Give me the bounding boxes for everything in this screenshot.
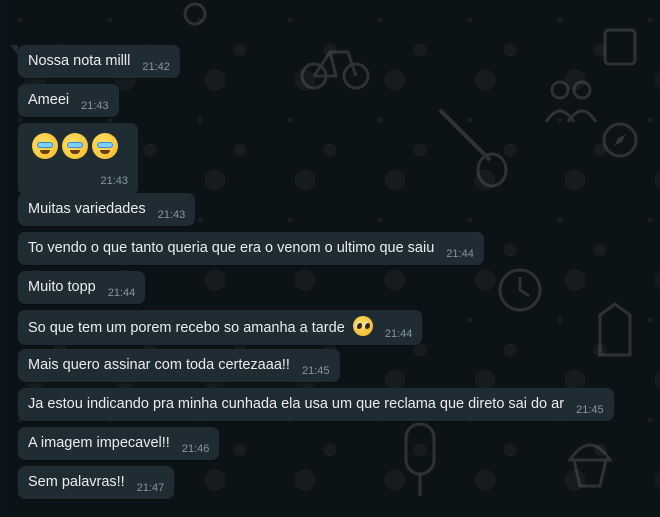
message-text: So que tem um porem recebo so amanha a t… xyxy=(28,320,345,336)
message-time: 21:44 xyxy=(107,287,136,299)
message-bubble[interactable]: So que tem um porem recebo so amanha a t… xyxy=(18,310,423,345)
message-bubble[interactable]: 21:43 xyxy=(18,123,138,195)
message-bubble[interactable]: Nossa nota milll 21:42 xyxy=(10,45,180,78)
star-struck-emoji-icon xyxy=(32,133,58,159)
left-edge xyxy=(0,0,6,517)
message-time: 21:47 xyxy=(136,482,165,494)
message-bubble[interactable]: Sem palavras!! 21:47 xyxy=(18,466,175,499)
message-list[interactable]: Nossa nota milll 21:42 Ameei 21:43 21:43… xyxy=(10,0,660,517)
message-time: 21:43 xyxy=(100,175,128,187)
message-time: 21:45 xyxy=(576,404,604,416)
message-bubble[interactable]: To vendo o que tanto queria que era o ve… xyxy=(18,232,484,265)
emoji-row xyxy=(18,129,138,159)
message-bubble[interactable]: Mais quero assinar com toda certezaaa!! … xyxy=(18,349,340,382)
message-bubble[interactable]: Muitas variedades 21:43 xyxy=(18,193,196,226)
message-bubble[interactable]: A imagem impecavel!! 21:46 xyxy=(18,427,220,460)
message-time: 21:44 xyxy=(384,328,413,340)
message-text: Ameei xyxy=(28,92,70,108)
message-time: 21:46 xyxy=(181,443,210,455)
message-text: Ja estou indicando pra minha cunhada ela… xyxy=(28,396,565,412)
message-text: Sem palavras!! xyxy=(28,474,125,490)
star-struck-emoji-icon xyxy=(62,133,88,159)
message-text: A imagem impecavel!! xyxy=(28,435,170,451)
message-text: Muitas variedades xyxy=(28,201,146,217)
message-bubble[interactable]: Ja estou indicando pra minha cunhada ela… xyxy=(18,388,614,421)
message-text: To vendo o que tanto queria que era o ve… xyxy=(28,240,435,256)
message-bubble[interactable]: Muito topp 21:44 xyxy=(18,271,146,304)
message-text: Muito topp xyxy=(28,279,96,295)
star-struck-emoji-icon xyxy=(92,133,118,159)
message-bubble[interactable]: Ameei 21:43 xyxy=(18,84,119,117)
message-text: Nossa nota milll xyxy=(28,53,131,69)
message-time: 21:45 xyxy=(301,365,330,377)
message-time: 21:43 xyxy=(157,209,186,221)
message-time: 21:44 xyxy=(446,248,474,260)
message-time: 21:42 xyxy=(142,61,170,73)
message-text: Mais quero assinar com toda certezaaa!! xyxy=(28,357,290,373)
message-time: 21:43 xyxy=(81,100,109,112)
pleading-face-emoji-icon xyxy=(352,316,373,336)
